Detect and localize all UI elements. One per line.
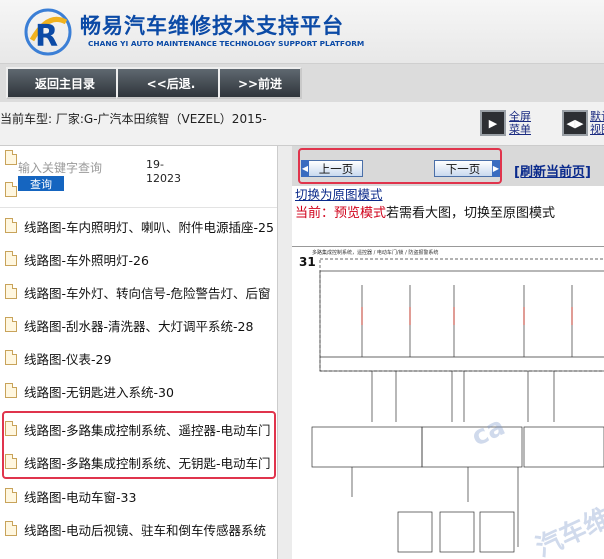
list-item-label: 线路图-电动后视镜、驻车和倒车传感器系统 bbox=[24, 523, 267, 538]
search-area: 查询 19- 12023 bbox=[0, 146, 277, 206]
highlight-box bbox=[298, 148, 502, 184]
wiring-diagram[interactable]: 31 多路集成控制系统，遥控器 / 电动车门/锁 / 防盗报警系统 ca 汽车维… bbox=[292, 246, 604, 559]
back-button[interactable]: <<后退. bbox=[116, 67, 226, 99]
date-text: 19- 12023 bbox=[146, 158, 181, 185]
list-item[interactable]: 线路图-电动车窗-33 bbox=[0, 479, 277, 512]
app-header: R 畅易汽车维修技术支持平台 CHANG YI AUTO MAINTENANCE… bbox=[0, 0, 604, 64]
left-scrollbar[interactable] bbox=[277, 146, 292, 559]
document-icon bbox=[5, 488, 17, 503]
list-item[interactable]: 线路图-车外灯、转向信号-危险警告灯、后窗 bbox=[0, 275, 277, 308]
list-item[interactable]: 线路图-刮水器-清洗器、大灯调平系统-28 bbox=[0, 308, 277, 341]
wiring-diagram-graphic bbox=[311, 258, 604, 553]
switch-original-link[interactable]: 切换为原图模式 bbox=[295, 184, 383, 203]
document-icon bbox=[5, 150, 17, 165]
document-icon bbox=[5, 383, 17, 398]
list-item[interactable]: 线路图-车外照明灯-26 bbox=[0, 242, 277, 275]
mode-line: 当前：预览模式若需看大图，切换至原图模式 bbox=[295, 202, 555, 221]
refresh-link[interactable]: [刷新当前页] bbox=[514, 161, 591, 180]
list-item[interactable]: 线路图-电动后视镜、驻车和倒车传感器系统 bbox=[0, 512, 277, 545]
logo-icon: R bbox=[24, 8, 72, 56]
left-panel: 查询 19- 12023 线路图-车内照明灯、喇叭、附件电源插座-25 线路图-… bbox=[0, 146, 292, 559]
mode-text: 若需看大图，切换至原图模式 bbox=[386, 206, 556, 221]
list-item[interactable]: 线路图-无钥匙进入系统-30 bbox=[0, 374, 277, 407]
vehicle-label: 当前车型: 厂家:G-广汽本田缤智（VEZEL）2015- bbox=[0, 112, 267, 126]
list-item-label: 线路图-车内照明灯、喇叭、附件电源插座-25 bbox=[24, 220, 274, 235]
list-item-label: 线路图-无钥匙进入系统-30 bbox=[24, 385, 174, 400]
list-item-label: 线路图-仪表-29 bbox=[24, 352, 112, 367]
app-title: 畅易汽车维修技术支持平台 bbox=[80, 14, 344, 38]
vehicle-info-bar: 当前车型: 厂家:G-广汽本田缤智（VEZEL）2015- ▶ 全屏 菜单 ◀▶… bbox=[0, 102, 604, 146]
document-icon bbox=[5, 284, 17, 299]
list-item-label: 线路图-刮水器-清洗器、大灯调平系统-28 bbox=[24, 319, 254, 334]
right-panel: ◀ 上一页 下一页 ▶ [刷新当前页] 切换为原图模式 当前：预览模式若需看大图… bbox=[292, 146, 604, 559]
divider bbox=[0, 207, 277, 208]
list-item[interactable]: 线路图-仪表-29 bbox=[0, 341, 277, 374]
document-icon bbox=[5, 218, 17, 233]
mode-prefix: 当前：预览模式 bbox=[295, 206, 387, 221]
document-icon bbox=[5, 317, 17, 332]
search-button[interactable]: 查询 bbox=[18, 176, 64, 191]
nav-bar: 返回主目录 <<后退. >>前进 bbox=[0, 64, 604, 102]
highlight-box bbox=[2, 411, 276, 479]
document-icon bbox=[5, 350, 17, 365]
list-item-label: 线路图-车外照明灯-26 bbox=[24, 253, 149, 268]
document-icon bbox=[5, 182, 17, 197]
document-icon bbox=[5, 251, 17, 266]
default-view-link[interactable]: 默认 视图 bbox=[590, 110, 604, 136]
svg-text:R: R bbox=[35, 19, 58, 54]
list-item[interactable]: 线路图-车内照明灯、喇叭、附件电源插座-25 bbox=[0, 209, 277, 242]
forward-button[interactable]: >>前进 bbox=[218, 67, 302, 99]
list-item-label: 线路图-电动车窗-33 bbox=[24, 490, 137, 505]
default-view-icon[interactable]: ◀▶ bbox=[562, 110, 588, 136]
fullscreen-menu-link[interactable]: 全屏 菜单 bbox=[509, 110, 531, 136]
app-subtitle: CHANG YI AUTO MAINTENANCE TECHNOLOGY SUP… bbox=[88, 39, 365, 48]
back-main-button[interactable]: 返回主目录 bbox=[6, 67, 124, 99]
fullscreen-icon[interactable]: ▶ bbox=[480, 110, 506, 136]
list-item-label: 线路图-车外灯、转向信号-危险警告灯、后窗 bbox=[24, 286, 271, 301]
document-icon bbox=[5, 521, 17, 536]
